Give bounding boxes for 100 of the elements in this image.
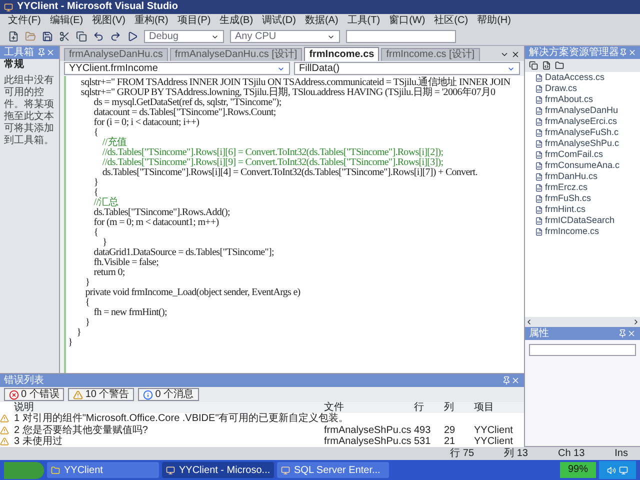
tree-item[interactable]: frmAnalyseShPu.c bbox=[545, 138, 620, 149]
menu-item[interactable]: 视图(V) bbox=[92, 15, 126, 27]
pin-icon[interactable] bbox=[619, 48, 628, 57]
pin-icon[interactable] bbox=[618, 329, 627, 338]
menu-item[interactable]: 文件(F) bbox=[8, 15, 41, 27]
panel-title: 错误列表 bbox=[4, 374, 45, 386]
editor-tab[interactable]: frmAnalyseDanHu.cs [设计] bbox=[170, 48, 302, 61]
class-dropdown[interactable]: YYClient.frmIncome bbox=[64, 62, 290, 75]
table-cell-text: YYClient bbox=[474, 424, 514, 436]
menu-item[interactable]: 帮助(H) bbox=[477, 15, 511, 27]
code-line: sqlstr+=" GROUP BY TSAddress.lowning, TSjilu.日期, TSlou.address HAVING (TSjilu.日期 = '2006年07月0 bbox=[80, 88, 496, 98]
taskbar-button[interactable]: SQL Server Enter... bbox=[277, 462, 389, 478]
status-text: 行 75 bbox=[450, 448, 474, 459]
code-line: //ds.Tables["TSincome"].Rows[i][9] = Convert.ToInt32(ds.Tables["TSincome"].Rows[i][3]); bbox=[101, 158, 444, 168]
filter-button[interactable]: 0 个错误 bbox=[4, 388, 64, 401]
tree-item[interactable]: DataAccess.cs bbox=[545, 72, 605, 83]
tree-item[interactable]: frmAnalyseErci.cs bbox=[545, 116, 618, 127]
menu-item[interactable]: 调试(D) bbox=[262, 15, 296, 27]
close-icon[interactable] bbox=[511, 50, 520, 59]
filter-button[interactable]: 0 个消息 bbox=[138, 388, 199, 401]
new-file-icon[interactable] bbox=[8, 31, 19, 42]
save-icon[interactable] bbox=[42, 31, 53, 42]
column-header[interactable]: 文件 bbox=[324, 402, 414, 414]
file-icon bbox=[535, 118, 543, 126]
panel-title: 属性 bbox=[529, 328, 550, 340]
member-dropdown[interactable]: FillData() bbox=[294, 62, 520, 75]
code-line: //ds.Tables["TSincome"].Rows[i][6] = Convert.ToInt32(ds.Tables["TSincome"].Rows[i][2]); bbox=[101, 148, 444, 158]
tree-item[interactable]: frmHint.cs bbox=[545, 204, 586, 215]
code-line: { bbox=[92, 128, 100, 138]
column-header[interactable]: 列 bbox=[444, 402, 474, 414]
code-line: ds = mysql.GetDataSet(ref ds, sqlstr, "TSincome"); bbox=[94, 98, 282, 108]
warning-icon bbox=[73, 390, 84, 400]
error-icon bbox=[9, 390, 19, 400]
folder-icon[interactable] bbox=[555, 61, 564, 70]
code-line: } bbox=[101, 238, 108, 248]
code-line: //汇总 bbox=[92, 198, 120, 208]
pin-icon[interactable] bbox=[502, 376, 511, 385]
info-icon bbox=[143, 390, 154, 400]
tree-item[interactable]: frmConsumeAna.c bbox=[545, 160, 620, 171]
tree-item[interactable]: frmErcz.cs bbox=[545, 182, 588, 193]
warning-icon bbox=[0, 436, 9, 446]
menu-item[interactable]: 工具(T) bbox=[347, 15, 380, 27]
view-code-icon[interactable] bbox=[542, 61, 551, 70]
editor-tab[interactable]: frmIncome.cs [设计] bbox=[381, 48, 480, 61]
status-text: Ins bbox=[614, 448, 628, 459]
column-header[interactable]: 项目 bbox=[474, 402, 524, 414]
object-dropdown[interactable] bbox=[529, 344, 636, 356]
table-cell-text: 21 bbox=[444, 436, 456, 447]
cut-icon[interactable] bbox=[59, 31, 70, 42]
table-cell-text: 29 bbox=[444, 424, 456, 436]
menu-item[interactable]: 编辑(E) bbox=[50, 15, 84, 27]
tree-item[interactable]: frmAbout.cs bbox=[545, 94, 594, 105]
tree-item[interactable]: frmAnalyseFuSh.c bbox=[545, 127, 619, 138]
code-line: ds.Tables["TSincome"].Rows[i][4] = Convert.ToInt32(ds.Tables["TSincome"].Rows[i][7]) + Convert. bbox=[101, 168, 478, 178]
panel-title: 工具箱 bbox=[4, 46, 35, 58]
platform-dropdown[interactable]: Any CPU bbox=[230, 30, 340, 43]
tree-item[interactable]: frmAnalyseDanHu bbox=[545, 105, 618, 116]
tree-item[interactable]: frmIncome.cs bbox=[545, 226, 600, 237]
file-icon bbox=[535, 128, 543, 136]
tree-item[interactable]: Draw.cs bbox=[545, 83, 578, 94]
battery-indicator: 99% bbox=[560, 462, 596, 478]
column-header[interactable]: 行 bbox=[414, 402, 444, 414]
code-line: private void frmIncome_Load(object sender, EventArgs e) bbox=[84, 288, 302, 298]
start-debug-icon[interactable] bbox=[127, 31, 138, 42]
table-cell-text: YYClient bbox=[474, 436, 514, 447]
warning-icon bbox=[0, 426, 9, 434]
pin-icon[interactable] bbox=[37, 48, 46, 57]
taskbar-button[interactable]: YYClient - Microso... bbox=[162, 462, 274, 478]
search-field[interactable] bbox=[346, 30, 456, 43]
editor-tab[interactable]: frmIncome.cs bbox=[304, 47, 380, 61]
copy-icon[interactable] bbox=[76, 31, 87, 42]
column-header[interactable]: 说明 bbox=[14, 402, 324, 414]
status-text: 列 13 bbox=[504, 448, 528, 459]
undo-icon[interactable] bbox=[93, 31, 104, 42]
configuration-dropdown[interactable]: Debug bbox=[144, 30, 224, 43]
menu-item[interactable]: 窗口(W) bbox=[389, 15, 426, 27]
editor-tab[interactable]: frmAnalyseDanHu.cs bbox=[64, 48, 168, 61]
menu-item[interactable]: 社区(C) bbox=[434, 15, 468, 27]
code-line: } bbox=[84, 318, 91, 328]
scroll-right-icon[interactable] bbox=[632, 318, 640, 326]
tree-item[interactable]: frmICDataSearch bbox=[545, 215, 615, 226]
menu-item[interactable]: 项目(P) bbox=[177, 15, 211, 27]
taskbar-button[interactable]: YYClient bbox=[47, 462, 159, 478]
tree-item[interactable]: frmFuSh.cs bbox=[545, 193, 592, 204]
tree-item[interactable]: frmComFail.cs bbox=[545, 149, 603, 160]
file-icon bbox=[535, 106, 543, 114]
scroll-left-icon[interactable] bbox=[525, 318, 533, 326]
table-cell-text: 531 bbox=[414, 436, 432, 447]
tab-list-icon[interactable] bbox=[500, 50, 509, 59]
window-title: YYClient - Microsoft Visual Studio bbox=[17, 1, 178, 13]
toolbox-group: 常规 bbox=[0, 59, 59, 71]
volume-icon[interactable] bbox=[607, 466, 616, 474]
menu-item[interactable]: 数据(A) bbox=[304, 15, 338, 27]
menu-item[interactable]: 生成(B) bbox=[220, 15, 254, 27]
menu-item[interactable]: 重构(R) bbox=[134, 15, 168, 27]
start-button[interactable] bbox=[4, 462, 44, 478]
redo-icon[interactable] bbox=[110, 31, 121, 42]
tree-item[interactable]: frmDanHu.cs bbox=[545, 171, 598, 182]
filter-button[interactable]: 10 个警告 bbox=[68, 388, 134, 401]
code-line: } bbox=[84, 278, 91, 288]
